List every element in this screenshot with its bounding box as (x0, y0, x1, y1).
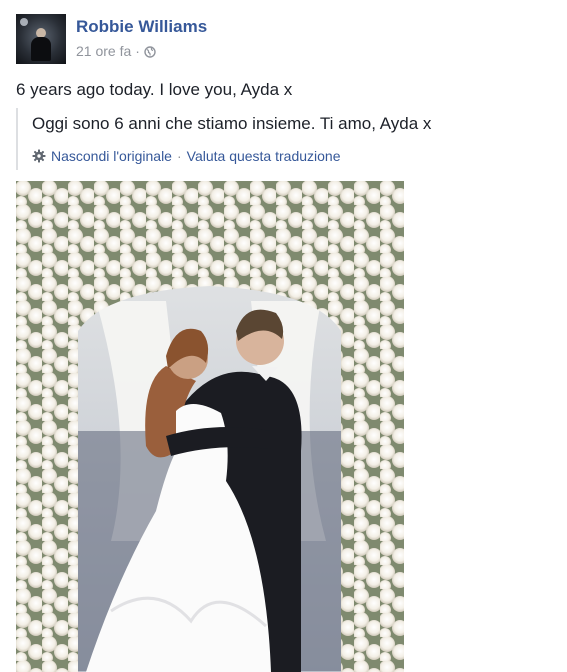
post-meta: 21 ore fa · (76, 43, 156, 59)
meta-separator: · (135, 43, 140, 59)
author-name[interactable]: Robbie Williams (76, 17, 207, 37)
translation-block: Oggi sono 6 anni che stiamo insieme. Ti … (16, 108, 431, 170)
avatar[interactable] (16, 14, 66, 64)
globe-icon[interactable] (144, 45, 156, 58)
post-text: 6 years ago today. I love you, Ayda x (16, 80, 293, 99)
wedding-photo-illustration (16, 181, 404, 672)
gear-icon[interactable] (32, 149, 46, 163)
action-separator: · (176, 148, 182, 164)
translation-actions: Nascondi l'originale · Valuta questa tra… (32, 148, 431, 164)
hide-original-link[interactable]: Nascondi l'originale (51, 148, 172, 164)
avatar-figure (31, 37, 51, 61)
facebook-post: Robbie Williams 21 ore fa · 6 years ago … (0, 0, 567, 672)
translation-text: Oggi sono 6 anni che stiamo insieme. Ti … (32, 114, 432, 133)
post-timestamp[interactable]: 21 ore fa (76, 43, 131, 59)
rate-translation-link[interactable]: Valuta questa traduzione (187, 148, 341, 164)
avatar-light (20, 18, 28, 26)
wedding-photo[interactable] (16, 181, 404, 672)
